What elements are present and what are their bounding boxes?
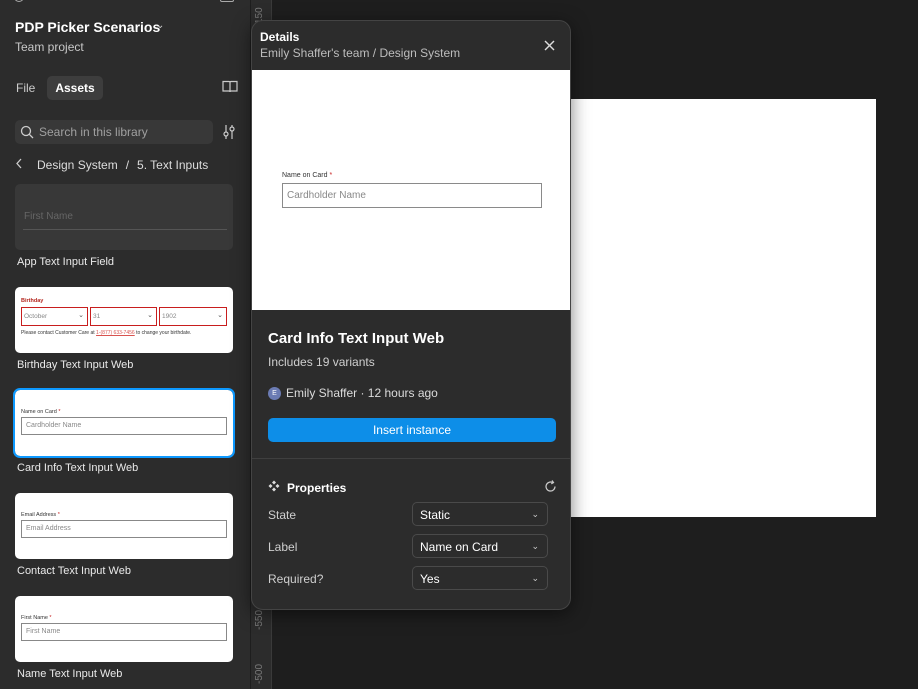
thumbnail-label: Email Address *	[21, 512, 60, 518]
ruler-label: -500	[254, 663, 265, 684]
property-label-required: Required?	[268, 572, 324, 586]
insert-instance-button[interactable]: Insert instance	[268, 418, 556, 442]
layout-toggle-icon[interactable]	[220, 0, 234, 2]
component-name[interactable]: App Text Input Field	[17, 256, 114, 268]
author-text: Emily Shaffer · 12 hours ago	[286, 386, 438, 400]
author-row: E Emily Shaffer · 12 hours ago	[268, 386, 438, 400]
details-panel: Details Emily Shaffer's team / Design Sy…	[251, 20, 571, 610]
filter-adjust-icon[interactable]	[222, 124, 236, 145]
search-icon	[20, 125, 34, 144]
chevron-down-icon: ⌄	[531, 541, 539, 551]
thumbnail-note: Please contact Customer Care at 1-(877) …	[21, 330, 192, 336]
component-preview: Name on Card * Cardholder Name	[252, 70, 570, 310]
panel-subtitle: Emily Shaffer's team / Design System	[260, 46, 461, 60]
chevron-down-icon[interactable]: ⌄	[156, 20, 164, 31]
thumbnail-input: Cardholder Name	[21, 417, 227, 435]
breadcrumb-separator: /	[125, 157, 130, 172]
month-select: October ⌄	[21, 307, 88, 326]
component-name-heading: Card Info Text Input Web	[268, 330, 445, 347]
ruler-label: -550	[254, 609, 265, 630]
app-menu-icon[interactable]	[14, 0, 24, 2]
required-select[interactable]: Yes ⌄	[412, 566, 548, 590]
breadcrumb-page: 5. Text Inputs	[137, 157, 209, 172]
tab-assets[interactable]: Assets	[47, 76, 103, 100]
assets-sidebar: PDP Picker Scenarios ⌄ Team project File…	[0, 0, 250, 689]
component-name[interactable]: Card Info Text Input Web	[17, 462, 138, 474]
thumbnail-label: First Name *	[21, 615, 52, 621]
component-thumbnail-birthday[interactable]: Birthday October ⌄ 31 ⌄ 1902 ⌄ Please conta…	[15, 287, 233, 353]
component-properties-icon	[268, 480, 280, 495]
chevron-down-icon: ⌄	[531, 573, 539, 583]
component-thumbnail-app-text-input[interactable]: First Name	[15, 184, 233, 250]
library-book-icon[interactable]	[222, 80, 238, 98]
panel-title: Details	[260, 30, 300, 44]
properties-heading: Properties	[268, 480, 346, 495]
component-name[interactable]: Birthday Text Input Web	[17, 359, 133, 371]
state-select[interactable]: Static ⌄	[412, 502, 548, 526]
breadcrumb-library[interactable]: Design System	[37, 158, 118, 172]
property-label-label: Label	[268, 540, 298, 554]
label-select[interactable]: Name on Card ⌄	[412, 534, 548, 558]
property-label-state: State	[268, 508, 297, 522]
component-name[interactable]: Name Text Input Web	[17, 668, 122, 680]
thumbnail-input: Email Address	[21, 520, 227, 538]
avatar: E	[268, 386, 281, 400]
search-placeholder: Search in this library	[39, 125, 148, 139]
component-thumbnail-name[interactable]: First Name * First Name	[15, 596, 233, 662]
preview-input: Cardholder Name	[282, 183, 542, 208]
variants-count: Includes 19 variants	[268, 355, 375, 369]
component-thumbnail-card-info[interactable]: Name on Card * Cardholder Name	[13, 388, 235, 458]
preview-label: Name on Card *	[282, 172, 333, 179]
thumbnail-title: Birthday	[21, 298, 44, 304]
thumbnail-placeholder: First Name	[24, 211, 73, 222]
back-chevron-icon[interactable]	[15, 157, 23, 172]
thumbnail-input: First Name	[21, 623, 227, 641]
divider	[252, 458, 570, 459]
component-name[interactable]: Contact Text Input Web	[17, 565, 131, 577]
close-icon[interactable]	[544, 38, 555, 56]
thumbnail-label: Name on Card *	[21, 409, 61, 415]
tab-file[interactable]: File	[10, 76, 41, 100]
year-select: 1902 ⌄	[159, 307, 227, 326]
day-select: 31 ⌄	[90, 307, 157, 326]
search-input[interactable]: Search in this library	[15, 120, 213, 144]
project-title[interactable]: PDP Picker Scenarios	[15, 19, 160, 35]
thumbnail-underline	[23, 229, 227, 230]
breadcrumb: Design System / 5. Text Inputs	[15, 157, 208, 172]
sidebar-tabs: File Assets	[10, 76, 103, 100]
project-subtitle: Team project	[15, 40, 84, 54]
reset-icon[interactable]	[544, 480, 557, 498]
component-thumbnail-contact[interactable]: Email Address * Email Address	[15, 493, 233, 559]
chevron-down-icon: ⌄	[531, 509, 539, 519]
canvas-frame[interactable]	[560, 99, 876, 517]
